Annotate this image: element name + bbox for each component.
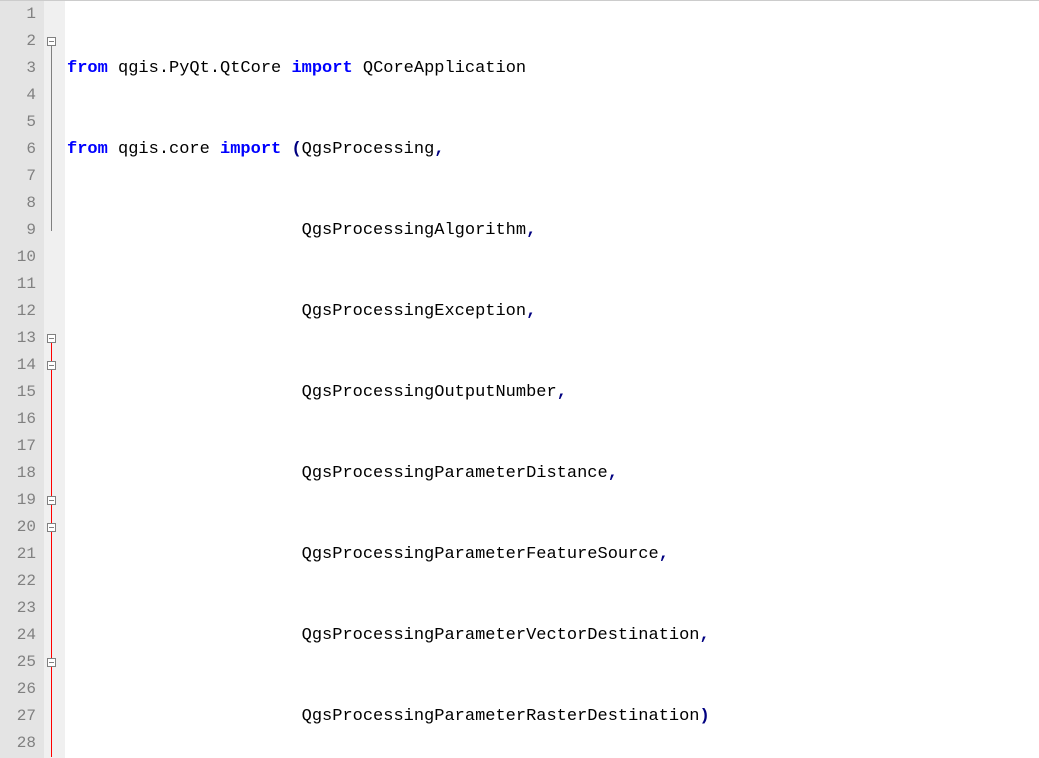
line-number: 16 [0,406,36,433]
line-number: 4 [0,82,36,109]
fold-toggle-icon[interactable] [47,37,56,46]
line-number: 21 [0,541,36,568]
fold-margin [44,1,58,758]
line-number: 18 [0,460,36,487]
line-number: 19 [0,487,36,514]
code-line: QgsProcessingOutputNumber, [67,379,1039,406]
line-number: 22 [0,568,36,595]
fold-toggle-icon[interactable] [47,334,56,343]
line-number-gutter: 1 2 3 4 5 6 7 8 9 10 11 12 13 14 15 16 1… [0,1,44,758]
line-number: 15 [0,379,36,406]
line-number: 1 [0,1,36,28]
code-text-area[interactable]: from qgis.PyQt.QtCore import QCoreApplic… [65,1,1039,758]
line-number: 11 [0,271,36,298]
line-number: 7 [0,163,36,190]
line-number: 17 [0,433,36,460]
line-number: 28 [0,730,36,757]
line-number: 13 [0,325,36,352]
code-line: from qgis.PyQt.QtCore import QCoreApplic… [67,55,1039,82]
line-number: 3 [0,55,36,82]
fold-toggle-icon[interactable] [47,496,56,505]
line-number: 12 [0,298,36,325]
code-line: from qgis.core import (QgsProcessing, [67,136,1039,163]
code-line: QgsProcessingParameterVectorDestination, [67,622,1039,649]
code-line: QgsProcessingParameterDistance, [67,460,1039,487]
line-number: 2 [0,28,36,55]
fold-toggle-icon[interactable] [47,523,56,532]
code-line: QgsProcessingParameterRasterDestination) [67,703,1039,730]
line-number: 9 [0,217,36,244]
line-number: 5 [0,109,36,136]
breakpoint-margin[interactable] [58,1,65,758]
line-number: 20 [0,514,36,541]
line-number: 24 [0,622,36,649]
line-number: 25 [0,649,36,676]
fold-toggle-icon[interactable] [47,361,56,370]
line-number: 10 [0,244,36,271]
line-number: 6 [0,136,36,163]
code-line: QgsProcessingException, [67,298,1039,325]
code-line: QgsProcessingParameterFeatureSource, [67,541,1039,568]
code-line: QgsProcessingAlgorithm, [67,217,1039,244]
line-number: 8 [0,190,36,217]
line-number: 14 [0,352,36,379]
line-number: 23 [0,595,36,622]
code-editor[interactable]: 1 2 3 4 5 6 7 8 9 10 11 12 13 14 15 16 1… [0,0,1039,758]
line-number: 27 [0,703,36,730]
line-number: 26 [0,676,36,703]
fold-toggle-icon[interactable] [47,658,56,667]
